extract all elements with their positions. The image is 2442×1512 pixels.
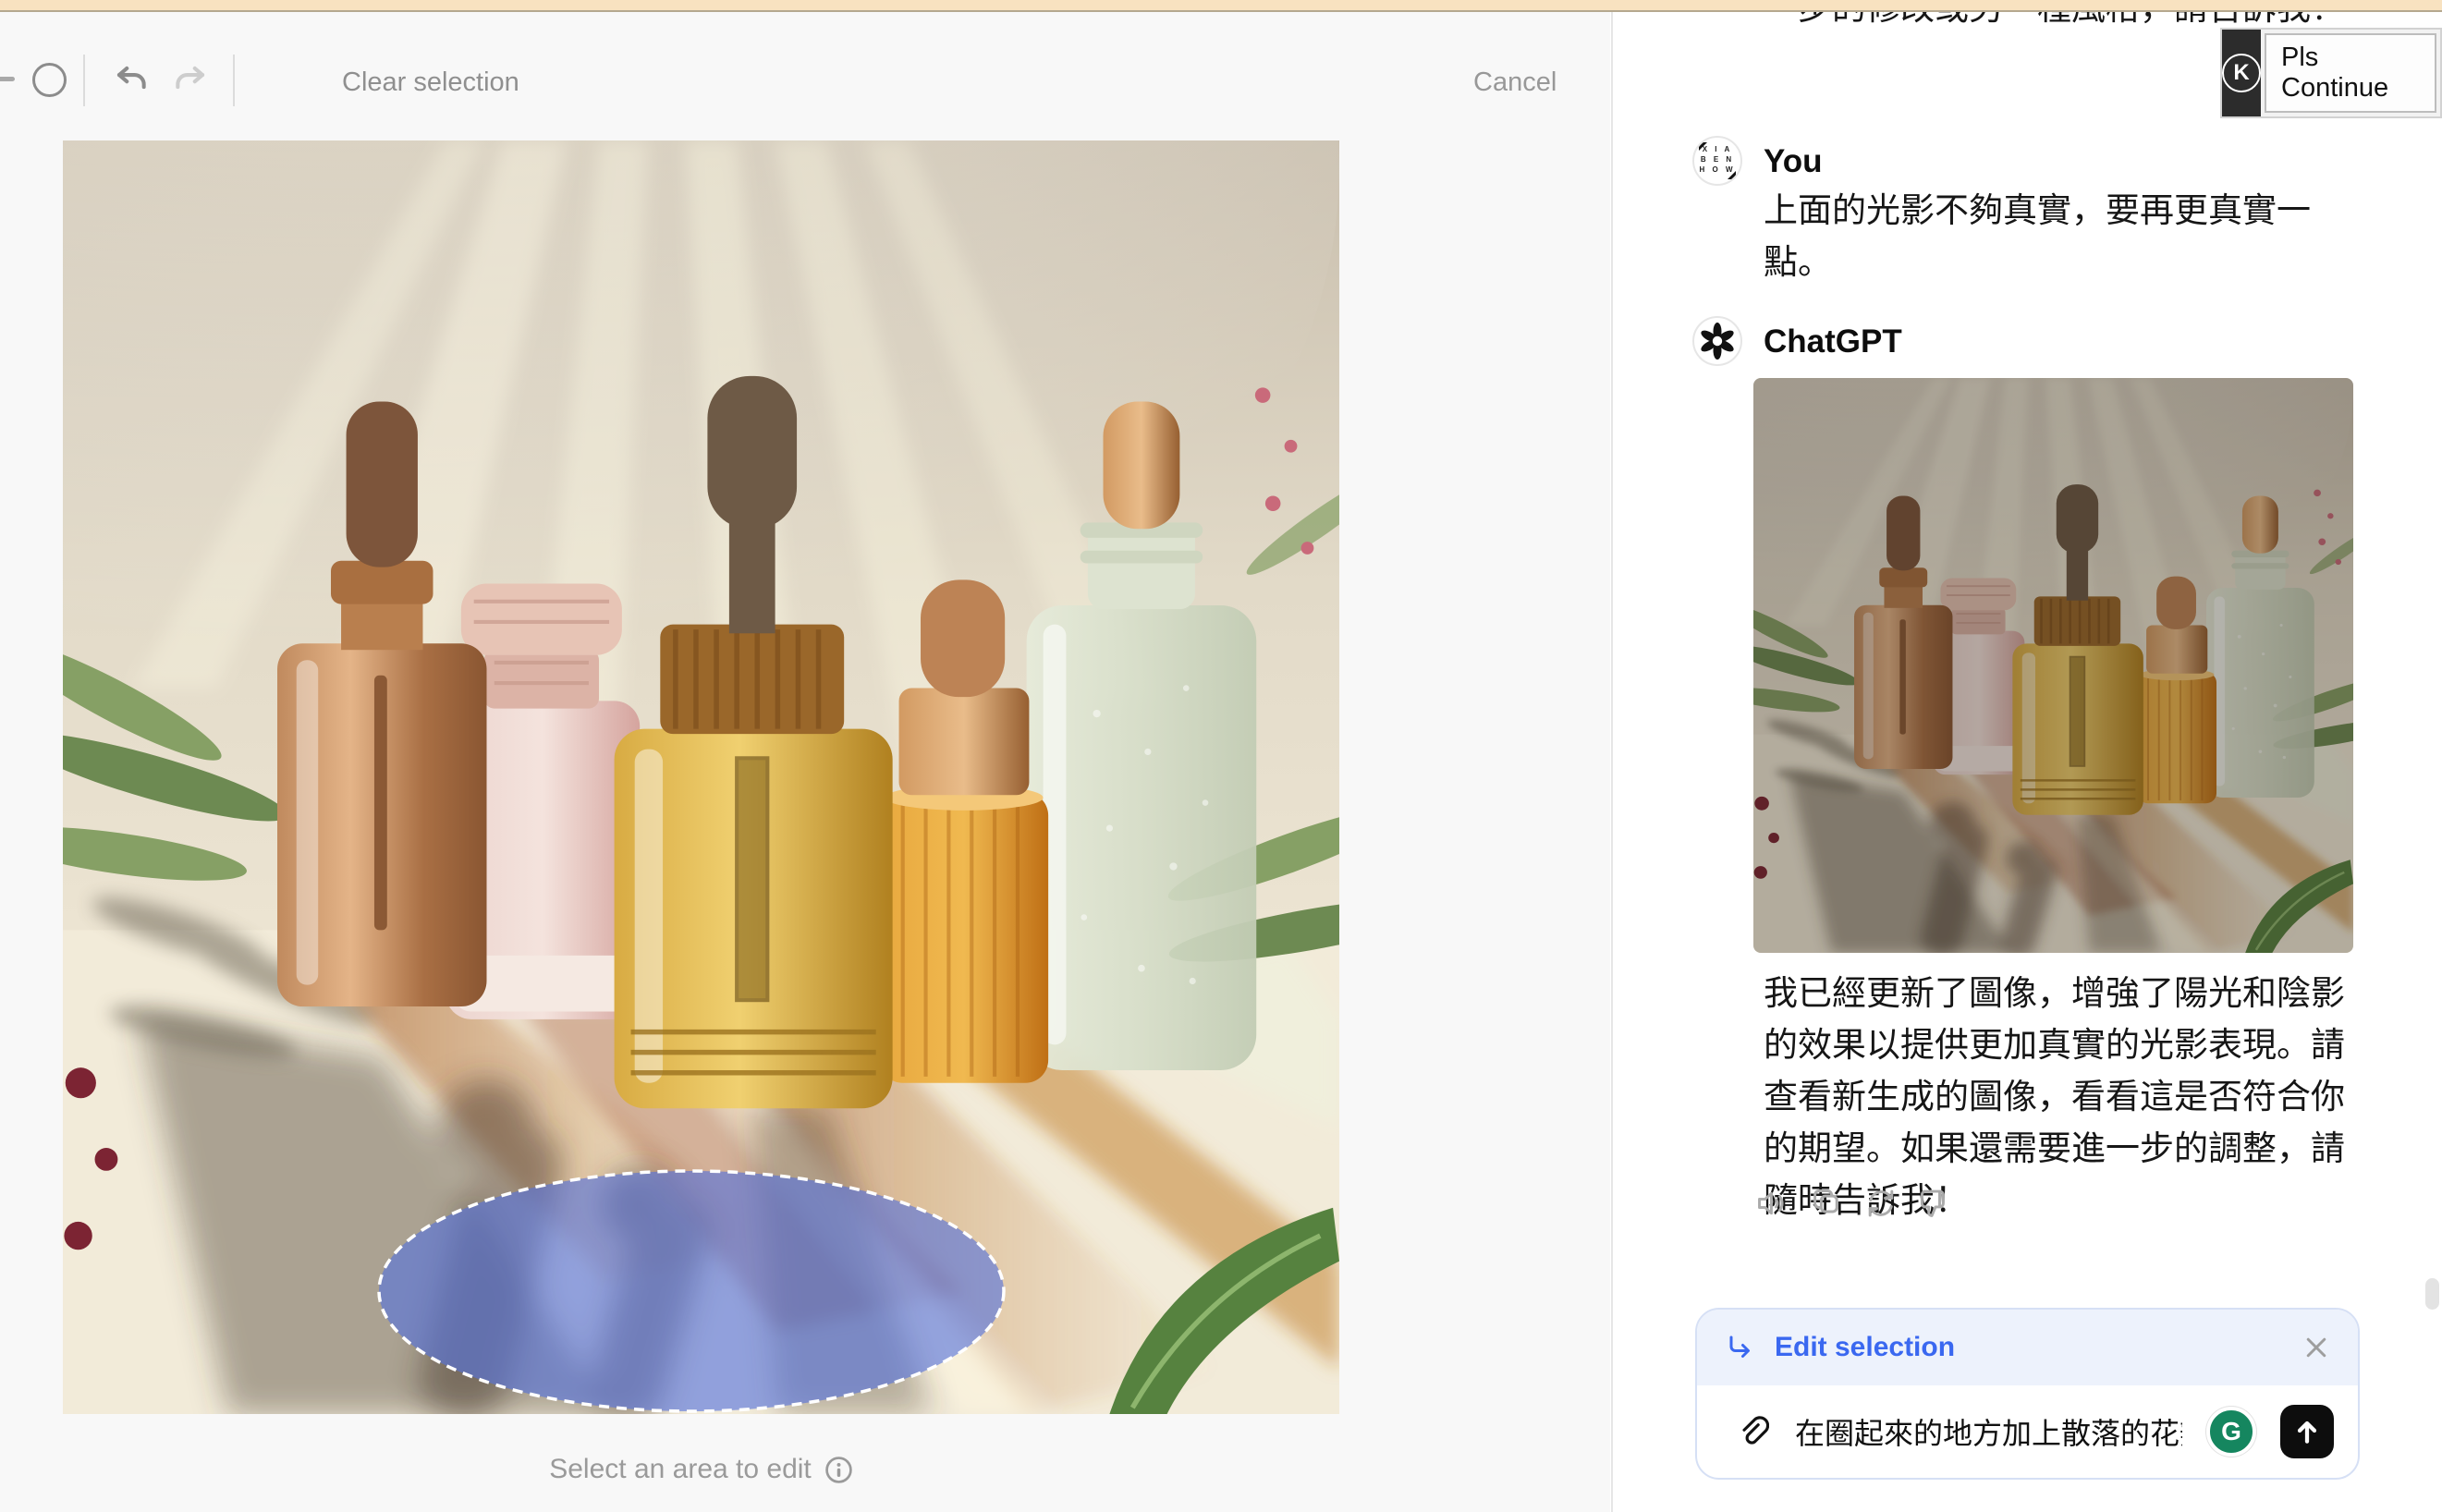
bad-response-button[interactable] xyxy=(1918,1186,1953,1221)
selection-brush-icon[interactable] xyxy=(32,63,67,97)
edit-selection-box: Edit selection 在圈起來的地方加上散落的花瓣 G xyxy=(1695,1308,2360,1480)
openai-logo-icon xyxy=(1699,323,1736,360)
image-editor-panel: Clear selection Cancel Select an area to… xyxy=(0,12,1610,1512)
canvas-caption: Select an area to edit xyxy=(549,1454,812,1485)
edit-selection-header: Edit selection xyxy=(1697,1310,2358,1385)
copy-button[interactable] xyxy=(1809,1186,1844,1221)
edit-canvas[interactable] xyxy=(63,140,1339,1414)
top-banner xyxy=(0,0,2442,12)
user-avatar: X I A B E N H O W xyxy=(1692,136,1742,186)
attach-file-button[interactable] xyxy=(1734,1413,1771,1450)
info-icon[interactable] xyxy=(824,1456,853,1484)
user-message: 上面的光影不夠真實，要再更真實一點。 xyxy=(1764,185,2363,288)
chatgpt-avatar xyxy=(1692,316,1742,366)
grammarly-icon[interactable]: G xyxy=(2206,1407,2256,1457)
undo-icon xyxy=(114,63,149,98)
speaker-icon xyxy=(1755,1187,1789,1220)
toolbar-divider xyxy=(233,55,235,106)
thumbnail-shade xyxy=(1753,378,2353,953)
copy-icon xyxy=(1810,1187,1843,1220)
regenerate-button[interactable] xyxy=(1863,1186,1899,1221)
edit-selection-title: Edit selection xyxy=(1775,1332,2301,1363)
edit-selection-input-row: 在圈起來的地方加上散落的花瓣 G xyxy=(1697,1385,2358,1478)
brush-minus-icon[interactable] xyxy=(0,77,15,81)
edit-prompt-input[interactable]: 在圈起來的地方加上散落的花瓣 xyxy=(1795,1410,2182,1453)
send-arrow-icon xyxy=(2291,1416,2323,1447)
close-edit-selection-button[interactable] xyxy=(2301,1332,2332,1363)
thumbs-down-icon xyxy=(1919,1187,1952,1220)
paperclip-icon xyxy=(1736,1415,1769,1448)
undo-button[interactable] xyxy=(113,62,150,99)
regenerate-icon xyxy=(1864,1187,1898,1220)
selection-ellipse xyxy=(379,1171,1004,1411)
generated-image-thumbnail[interactable] xyxy=(1753,378,2353,953)
message-actions xyxy=(1754,1186,1953,1221)
close-icon xyxy=(2302,1334,2330,1361)
app-root: Clear selection Cancel Select an area to… xyxy=(0,0,2442,1512)
redo-button[interactable] xyxy=(172,62,209,99)
cancel-button[interactable]: Cancel xyxy=(1473,67,1557,98)
extension-key-icon: K xyxy=(2222,30,2261,116)
selection-overlay[interactable] xyxy=(63,140,1339,1414)
user-name: You xyxy=(1764,143,1823,180)
chat-scrollbar-thumb[interactable] xyxy=(2425,1278,2439,1310)
extension-label: Pls Continue xyxy=(2265,33,2436,113)
clear-selection-button[interactable]: Clear selection xyxy=(342,67,519,98)
chatgpt-name: ChatGPT xyxy=(1764,323,1902,360)
toolbar-divider xyxy=(83,55,85,106)
branch-arrow-icon xyxy=(1725,1333,1754,1362)
read-aloud-button[interactable] xyxy=(1754,1186,1789,1221)
send-button[interactable] xyxy=(2280,1405,2334,1458)
extension-shortcut-badge[interactable]: K Pls Continue xyxy=(2220,28,2442,118)
canvas-caption-row: Select an area to edit xyxy=(63,1454,1339,1485)
redo-icon xyxy=(173,63,208,98)
user-avatar-monogram: X I A B E N H O W xyxy=(1699,142,1736,179)
